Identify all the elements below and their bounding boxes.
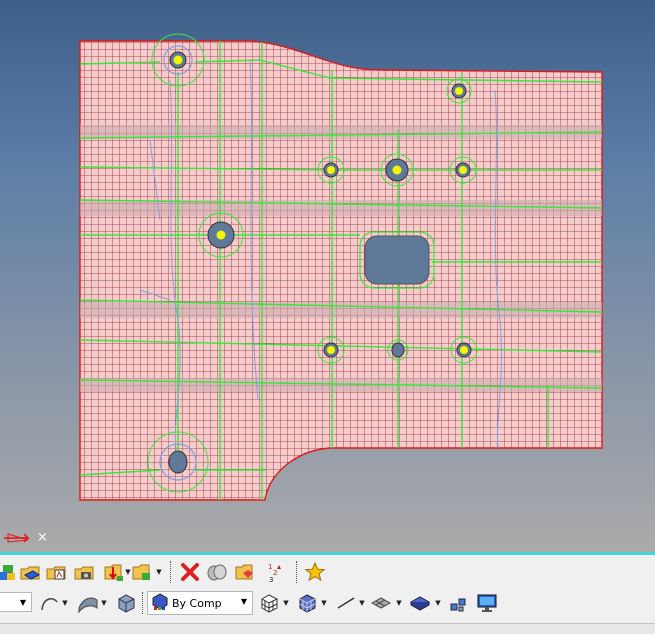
plane-icon[interactable] xyxy=(369,591,393,615)
svg-text:2: 2 xyxy=(273,569,277,577)
axis-close-glyph: × xyxy=(37,530,48,545)
mesh-plate xyxy=(79,40,603,501)
chevron-down-icon[interactable]: ▼ xyxy=(61,591,69,615)
mask-icon[interactable] xyxy=(205,560,229,584)
folder-camera-icon[interactable] xyxy=(72,560,96,584)
entity-tree-icon[interactable] xyxy=(447,591,471,615)
open-model-icon[interactable] xyxy=(0,560,18,584)
folder-cube-icon[interactable] xyxy=(130,560,154,584)
toolbar-separator xyxy=(296,561,298,583)
graphics-viewport[interactable]: × xyxy=(0,0,655,552)
chevron-down-icon[interactable]: ▼ xyxy=(282,591,290,615)
surface-icon[interactable] xyxy=(76,591,100,615)
export-icon[interactable] xyxy=(44,560,68,584)
import-icon[interactable] xyxy=(18,560,42,584)
chevron-down-icon: ▼ xyxy=(19,597,27,607)
axis-triad-icon xyxy=(4,533,30,543)
rectangular-cutout xyxy=(359,231,435,289)
toolbar-separator xyxy=(142,592,144,614)
toolbar-separator xyxy=(170,561,172,583)
chevron-down-icon: ▼ xyxy=(240,596,248,606)
toolbar-area: ▼ ▼ 123 ▼ ▼ ▼ By Comp ▼ ▼ ▼ ▼ ▼ ▼ xyxy=(0,555,655,634)
chevron-down-icon[interactable]: ▼ xyxy=(434,591,442,615)
toolbar-row-file: ▼ ▼ 123 xyxy=(0,557,655,587)
color-mode-value: By Comp xyxy=(172,596,222,610)
color-mode-select[interactable]: By Comp ▼ xyxy=(147,591,253,615)
favorite-star-icon[interactable] xyxy=(303,560,327,584)
chevron-down-icon[interactable]: ▼ xyxy=(358,591,366,615)
shaded-elements-icon[interactable] xyxy=(295,591,319,615)
monitor-icon[interactable] xyxy=(475,591,499,615)
curve-icon[interactable] xyxy=(38,591,62,615)
renumber-icon[interactable]: 123 xyxy=(262,560,286,584)
chevron-down-icon[interactable]: ▼ xyxy=(100,591,108,615)
chevron-down-icon[interactable]: ▼ xyxy=(155,560,163,584)
load-results-icon[interactable] xyxy=(102,560,126,584)
chevron-down-icon[interactable]: ▼ xyxy=(320,591,328,615)
folder-red-icon[interactable] xyxy=(233,560,257,584)
line-icon[interactable] xyxy=(334,591,358,615)
svg-text:3: 3 xyxy=(269,576,273,583)
selection-dropdown[interactable]: ▼ xyxy=(0,592,32,612)
status-strip xyxy=(0,623,655,634)
toolbar-row-display: ▼ ▼ ▼ By Comp ▼ ▼ ▼ ▼ ▼ ▼ xyxy=(0,588,655,618)
delete-icon[interactable] xyxy=(178,560,202,584)
chevron-down-icon[interactable]: ▼ xyxy=(395,591,403,615)
solid-icon[interactable] xyxy=(114,591,138,615)
svg-text:1: 1 xyxy=(268,563,272,571)
by-comp-icon xyxy=(151,593,169,614)
fe-mesh-model[interactable]: × xyxy=(0,0,655,552)
shaded-plane-icon[interactable] xyxy=(408,591,432,615)
wireframe-icon[interactable] xyxy=(257,591,281,615)
